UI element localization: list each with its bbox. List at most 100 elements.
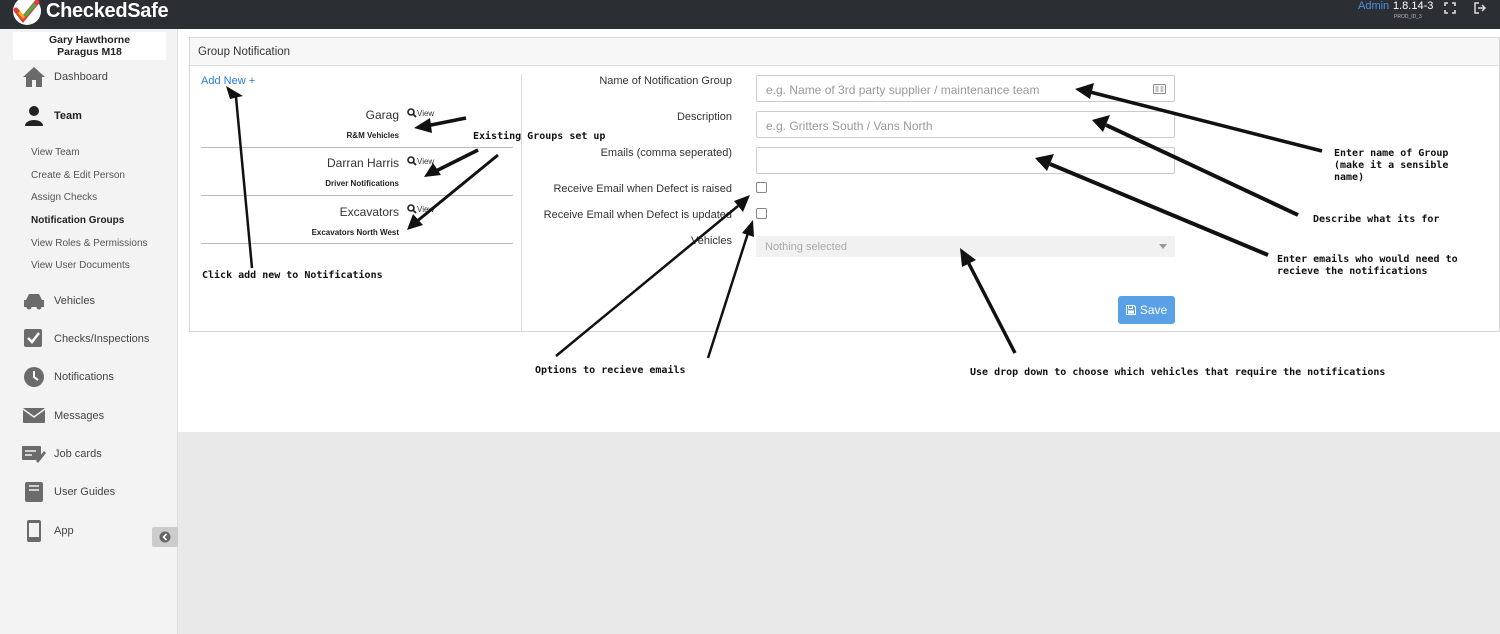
sidebar-item-user-guides[interactable]: User Guides	[22, 481, 115, 503]
defect-raised-checkbox[interactable]	[756, 182, 767, 193]
note-line: Enter name of Group	[1334, 148, 1449, 159]
person-icon	[25, 106, 43, 126]
group-sub-2: Driver Notifications	[325, 179, 399, 188]
group-sub-3: Excavators North West	[311, 228, 399, 237]
sidebar-sub-view-roles[interactable]: View Roles & Permissions	[31, 238, 148, 249]
sidebar-sub-view-team[interactable]: View Team	[31, 147, 80, 158]
sidebar-item-notifications[interactable]: Notifications	[22, 366, 114, 388]
description-label: Description	[676, 111, 732, 123]
note-line: (make it a sensible	[1334, 160, 1449, 171]
group-divider	[201, 243, 513, 244]
sidebar-item-label: App	[54, 525, 74, 537]
group-name-placeholder: e.g. Name of 3rd party supplier / mainte…	[766, 83, 1040, 97]
save-button[interactable]: Save	[1118, 296, 1175, 324]
view-group-2-button[interactable]: View	[407, 156, 434, 166]
note-options: Options to recieve emails	[535, 365, 686, 376]
add-new-link[interactable]: Add New +	[201, 75, 255, 87]
admin-link[interactable]: Admin	[1358, 0, 1389, 12]
note-line: Enter emails who would need to	[1277, 254, 1458, 265]
group-divider	[201, 195, 513, 196]
group-sub-1: R&M Vehicles	[346, 131, 399, 140]
sidebar-sub-create-edit-person[interactable]: Create & Edit Person	[31, 170, 125, 181]
vehicles-selected-value: Nothing selected	[765, 241, 847, 253]
user-name: Gary Hawthorne	[48, 34, 131, 46]
user-card: Gary Hawthorne Paragus M18	[13, 32, 166, 60]
vehicles-label: Vehicles	[691, 235, 732, 247]
logout-icon[interactable]	[1474, 2, 1487, 17]
note-click-add-new: Click add new to Notifications	[202, 270, 383, 281]
sidebar-sub-view-user-documents[interactable]: View User Documents	[31, 260, 130, 271]
top-bar: CheckedSafe Admin 1.8.14-3 PROD_ID_3	[0, 0, 1500, 29]
panel-divider	[521, 74, 522, 332]
checkedsafe-logo-icon	[10, 0, 44, 29]
checkbox-icon	[24, 329, 42, 347]
book-icon	[25, 482, 43, 502]
defect-updated-checkbox[interactable]	[756, 208, 767, 219]
content-footer-area	[178, 432, 1500, 634]
description-input[interactable]: e.g. Gritters South / Vans North	[756, 111, 1175, 138]
logo-text: CheckedSafe	[46, 0, 169, 22]
search-icon	[407, 108, 417, 118]
group-name-input[interactable]: e.g. Name of 3rd party supplier / mainte…	[756, 75, 1175, 102]
view-label: View	[417, 156, 435, 166]
vehicles-select[interactable]: Nothing selected	[756, 236, 1175, 257]
car-icon	[24, 294, 44, 310]
sidebar-item-messages[interactable]: Messages	[22, 405, 104, 427]
environment-label: PROD_ID_3	[1394, 14, 1422, 20]
note-enter-name: Enter name of Group (make it a sensible …	[1334, 148, 1448, 184]
version-label: 1.8.14-3	[1393, 0, 1434, 12]
description-placeholder: e.g. Gritters South / Vans North	[766, 119, 933, 133]
emails-label: Emails (comma seperated)	[600, 147, 732, 159]
sidebar-item-app[interactable]: App	[22, 520, 74, 542]
clock-icon	[24, 367, 44, 387]
note-existing-groups: Existing Groups set up	[473, 131, 606, 142]
note-describe: Describe what its for	[1313, 214, 1440, 225]
arrow-left-circle-icon	[159, 531, 171, 543]
edit-card-icon	[22, 446, 46, 463]
panel-title: Group Notification	[190, 38, 1499, 66]
note-line: name)	[1334, 172, 1365, 183]
emails-input[interactable]	[756, 147, 1175, 174]
name-label: Name of Notification Group	[599, 75, 732, 87]
sidebar-item-label: Notifications	[54, 371, 114, 383]
floppy-disk-icon	[1125, 305, 1136, 315]
defect-updated-label: Receive Email when Defect is updated	[543, 209, 732, 221]
envelope-icon	[22, 408, 46, 423]
sidebar-item-label: Dashboard	[54, 71, 108, 83]
sidebar-item-label: Checks/Inspections	[54, 333, 150, 345]
id-card-icon	[1153, 84, 1166, 94]
sidebar-sub-assign-checks[interactable]: Assign Checks	[31, 192, 97, 203]
group-name-2: Darran Harris	[326, 156, 399, 170]
save-label: Save	[1139, 303, 1168, 317]
fullscreen-icon[interactable]	[1444, 2, 1456, 17]
home-icon	[23, 67, 45, 87]
sidebar-item-label: Vehicles	[54, 295, 95, 307]
sidebar-item-label: Job cards	[54, 448, 102, 460]
group-divider	[201, 147, 513, 148]
sidebar-item-vehicles[interactable]: Vehicles	[22, 290, 95, 312]
sidebar-item-dashboard[interactable]: Dashboard	[22, 66, 108, 88]
sidebar-sub-notification-groups[interactable]: Notification Groups	[31, 215, 124, 226]
view-group-3-button[interactable]: View	[407, 204, 434, 214]
search-icon	[407, 204, 417, 214]
mobile-icon	[27, 520, 41, 542]
collapse-sidebar-button[interactable]	[152, 527, 178, 547]
defect-raised-label: Receive Email when Defect is raised	[553, 183, 732, 195]
caret-down-icon	[1159, 244, 1167, 249]
group-name-1: Garag	[365, 108, 399, 122]
sidebar-item-label: Messages	[54, 410, 105, 422]
sidebar-item-team[interactable]: Team	[22, 105, 82, 127]
sidebar-item-job-cards[interactable]: Job cards	[22, 443, 102, 465]
note-emails: Enter emails who would need to recieve t…	[1277, 254, 1458, 278]
view-label: View	[417, 204, 435, 214]
sidebar-item-label: User Guides	[54, 486, 116, 498]
user-company: Paragus M18	[57, 46, 122, 58]
search-icon	[407, 156, 417, 166]
note-line: recieve the notifications	[1277, 266, 1428, 277]
group-name-3: Excavators	[339, 205, 399, 219]
sidebar-item-label: Team	[54, 110, 82, 122]
sidebar-item-checks-inspections[interactable]: Checks/Inspections	[22, 328, 149, 350]
logo[interactable]: CheckedSafe	[10, 0, 169, 29]
view-group-1-button[interactable]: View	[407, 108, 434, 118]
note-dropdown: Use drop down to choose which vehicles t…	[970, 367, 1386, 378]
